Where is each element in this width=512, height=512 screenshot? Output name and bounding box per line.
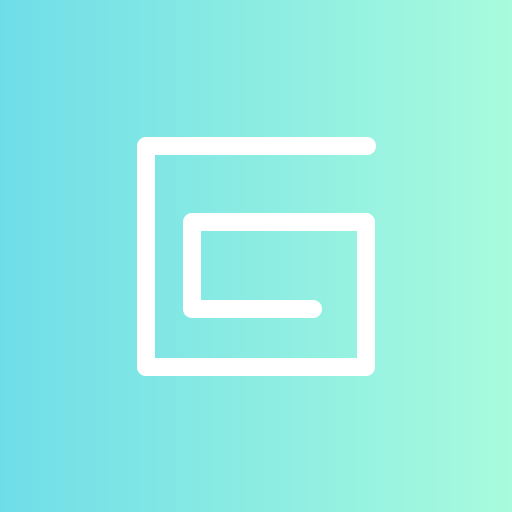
app-icon: [0, 0, 512, 512]
gradient-background: [0, 0, 512, 512]
app-icon-canvas: [0, 0, 512, 512]
